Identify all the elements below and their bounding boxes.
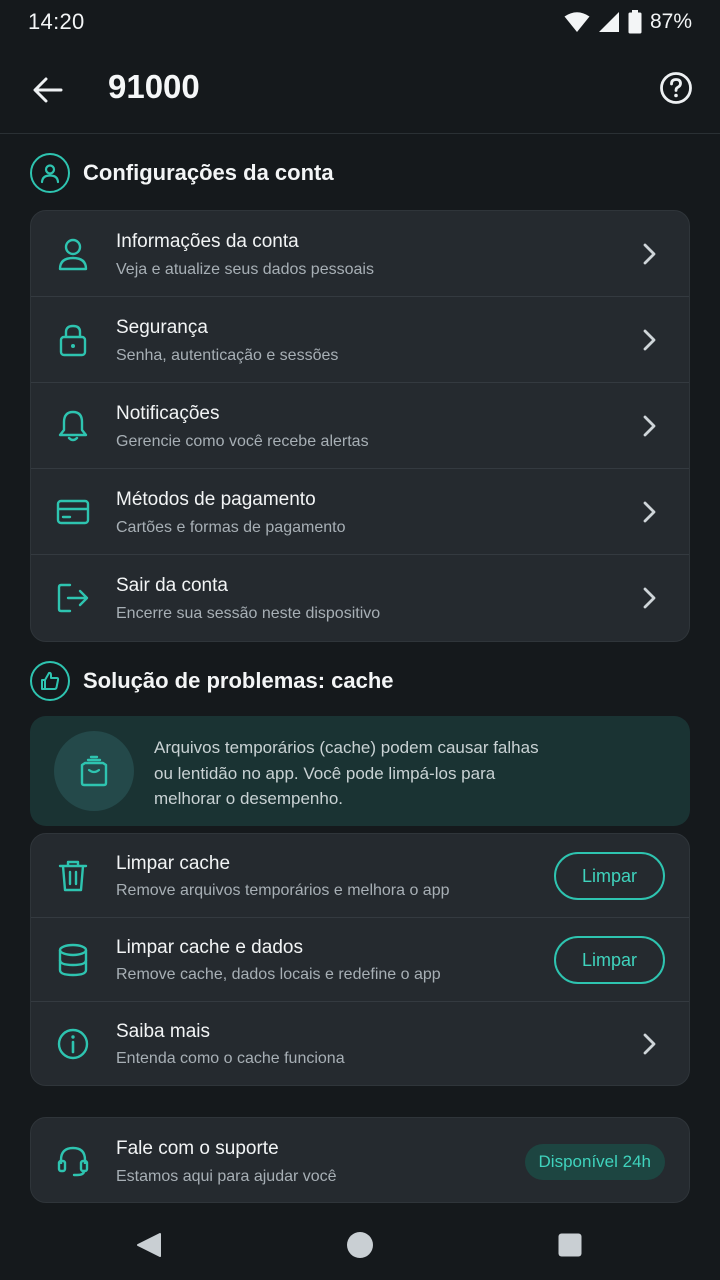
logout-row[interactable]: Sair da conta Encerre sua sessão neste d… bbox=[31, 555, 689, 641]
row-subtitle: Veja e atualize seus dados pessoais bbox=[116, 261, 374, 278]
payment-methods-row[interactable]: Métodos de pagamento Cartões e formas de… bbox=[31, 469, 689, 555]
clear-cache-button[interactable]: Limpar bbox=[554, 852, 665, 900]
row-title: Notificações bbox=[116, 403, 220, 424]
credit-card-icon bbox=[55, 494, 91, 530]
row-title: Sair da conta bbox=[116, 575, 228, 596]
row-subtitle: Gerencie como você recebe alertas bbox=[116, 433, 369, 450]
cache-info-card: Arquivos temporários (cache) podem causa… bbox=[30, 716, 690, 826]
row-subtitle: Remove arquivos temporários e melhora o … bbox=[116, 882, 450, 899]
headset-icon bbox=[55, 1143, 91, 1179]
row-title: Saiba mais bbox=[116, 1021, 210, 1042]
cache-info-text: Arquivos temporários (cache) podem causa… bbox=[154, 738, 539, 808]
status-time: 14:20 bbox=[28, 9, 85, 34]
square-recents-icon bbox=[558, 1233, 582, 1257]
lock-icon bbox=[55, 322, 91, 358]
help-circle-icon bbox=[660, 72, 692, 104]
cache-section-header: Solução de problemas: cache bbox=[30, 661, 394, 701]
account-settings-card: Informações da conta Veja e atualize seu… bbox=[30, 210, 690, 642]
logout-icon bbox=[55, 580, 91, 616]
row-subtitle: Entenda como o cache funciona bbox=[116, 1050, 345, 1067]
availability-badge: Disponível 24h bbox=[524, 1144, 665, 1180]
row-title: Informações da conta bbox=[116, 231, 299, 252]
row-title: Segurança bbox=[116, 317, 208, 338]
status-icons: 87% bbox=[564, 10, 692, 34]
row-title: Métodos de pagamento bbox=[116, 489, 316, 510]
section-title: Configurações da conta bbox=[83, 160, 334, 185]
signal-icon bbox=[598, 12, 619, 32]
circle-home-icon bbox=[347, 1232, 373, 1258]
security-row[interactable]: Segurança Senha, autenticação e sessões bbox=[31, 297, 689, 383]
row-title: Limpar cache bbox=[116, 853, 231, 874]
account-info-row[interactable]: Informações da conta Veja e atualize seu… bbox=[31, 211, 689, 297]
status-bar: 14:20 87% bbox=[0, 0, 720, 44]
bell-icon bbox=[55, 408, 91, 444]
clear-cache-data-button[interactable]: Limpar bbox=[554, 936, 665, 984]
chevron-right-icon bbox=[643, 243, 656, 265]
app-bar: 91000 bbox=[0, 44, 720, 134]
row-subtitle: Encerre sua sessão neste dispositivo bbox=[116, 605, 381, 622]
user-circle-icon bbox=[30, 153, 70, 193]
nav-recents-button[interactable] bbox=[555, 1230, 585, 1260]
row-subtitle: Remove cache, dados locais e redefine o … bbox=[116, 966, 441, 983]
nav-back-button[interactable] bbox=[134, 1230, 164, 1260]
support-row[interactable]: Fale com o suporte Estamos aqui para aju… bbox=[31, 1118, 689, 1202]
clear-cache-data-row: Limpar cache e dados Remove cache, dados… bbox=[31, 918, 689, 1002]
row-title: Fale com o suporte bbox=[116, 1138, 279, 1159]
battery-percent: 87% bbox=[649, 10, 692, 33]
user-icon bbox=[55, 236, 91, 272]
cache-actions-card: Limpar cache Remove arquivos temporários… bbox=[30, 833, 690, 1086]
clear-cache-row: Limpar cache Remove arquivos temporários… bbox=[31, 834, 689, 918]
wifi-icon bbox=[564, 12, 590, 32]
help-button[interactable] bbox=[658, 70, 694, 106]
database-icon bbox=[55, 942, 91, 978]
row-subtitle: Cartões e formas de pagamento bbox=[116, 519, 346, 536]
triangle-back-icon bbox=[137, 1233, 161, 1257]
chevron-right-icon bbox=[643, 329, 656, 351]
back-button[interactable] bbox=[30, 72, 66, 108]
account-section-header: Configurações da conta bbox=[30, 153, 334, 193]
nav-home-button[interactable] bbox=[345, 1230, 375, 1260]
row-subtitle: Senha, autenticação e sessões bbox=[116, 347, 339, 364]
chevron-right-icon bbox=[643, 501, 656, 523]
battery-icon bbox=[628, 10, 642, 34]
chevron-right-icon bbox=[643, 587, 656, 609]
info-icon bbox=[55, 1026, 91, 1062]
row-subtitle: Estamos aqui para ajudar você bbox=[116, 1168, 337, 1185]
chevron-right-icon bbox=[643, 1033, 656, 1055]
thumbs-up-icon bbox=[30, 661, 70, 701]
trash-bag-icon bbox=[54, 731, 134, 811]
chevron-right-icon bbox=[643, 415, 656, 437]
row-title: Limpar cache e dados bbox=[116, 937, 303, 958]
section-title: Solução de problemas: cache bbox=[83, 668, 394, 693]
arrow-left-icon bbox=[33, 77, 63, 103]
learn-more-row[interactable]: Saiba mais Entenda como o cache funciona bbox=[31, 1002, 689, 1085]
trash-icon bbox=[55, 858, 91, 894]
page-title: 91000 bbox=[108, 68, 200, 105]
notifications-row[interactable]: Notificações Gerencie como você recebe a… bbox=[31, 383, 689, 469]
support-card[interactable]: Fale com o suporte Estamos aqui para aju… bbox=[30, 1117, 690, 1203]
system-nav-bar bbox=[0, 1210, 720, 1280]
